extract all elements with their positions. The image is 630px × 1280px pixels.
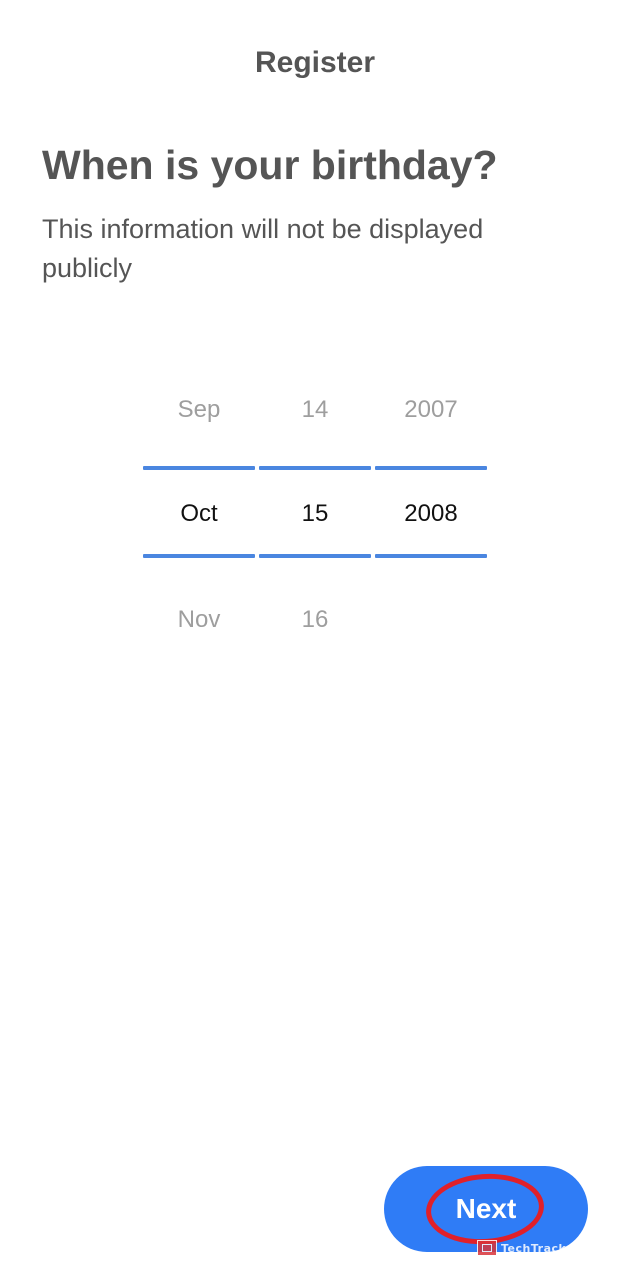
year-option-next[interactable] <box>375 588 487 652</box>
month-wheel[interactable]: Sep Oct Nov <box>143 378 255 658</box>
month-selection-line-bottom <box>143 554 255 558</box>
day-wheel[interactable]: 14 15 16 <box>259 378 371 658</box>
techtrack-logo-icon <box>477 1240 497 1256</box>
day-option-selected[interactable]: 15 <box>259 482 371 546</box>
birthday-date-picker[interactable]: Sep Oct Nov 14 15 16 2007 2008 <box>143 378 489 658</box>
watermark: TechTrack <box>477 1238 566 1258</box>
day-selection-line-top <box>259 466 371 470</box>
month-option-selected[interactable]: Oct <box>143 482 255 546</box>
year-selection-line-top <box>375 466 487 470</box>
year-selection-line-bottom <box>375 554 487 558</box>
year-option-prev[interactable]: 2007 <box>375 378 487 442</box>
day-selection-line-bottom <box>259 554 371 558</box>
month-option-next[interactable]: Nov <box>143 588 255 652</box>
month-option-prev[interactable]: Sep <box>143 378 255 442</box>
day-option-next[interactable]: 16 <box>259 588 371 652</box>
day-option-prev[interactable]: 14 <box>259 378 371 442</box>
page-title: Register <box>254 46 376 79</box>
watermark-text: TechTrack <box>501 1241 567 1255</box>
month-selection-line-top <box>143 466 255 470</box>
birthday-question-heading: When is your birthday? <box>42 142 498 188</box>
year-option-selected[interactable]: 2008 <box>375 482 487 546</box>
privacy-note: This information will not be displayed p… <box>42 214 484 283</box>
year-wheel[interactable]: 2007 2008 <box>375 378 487 658</box>
